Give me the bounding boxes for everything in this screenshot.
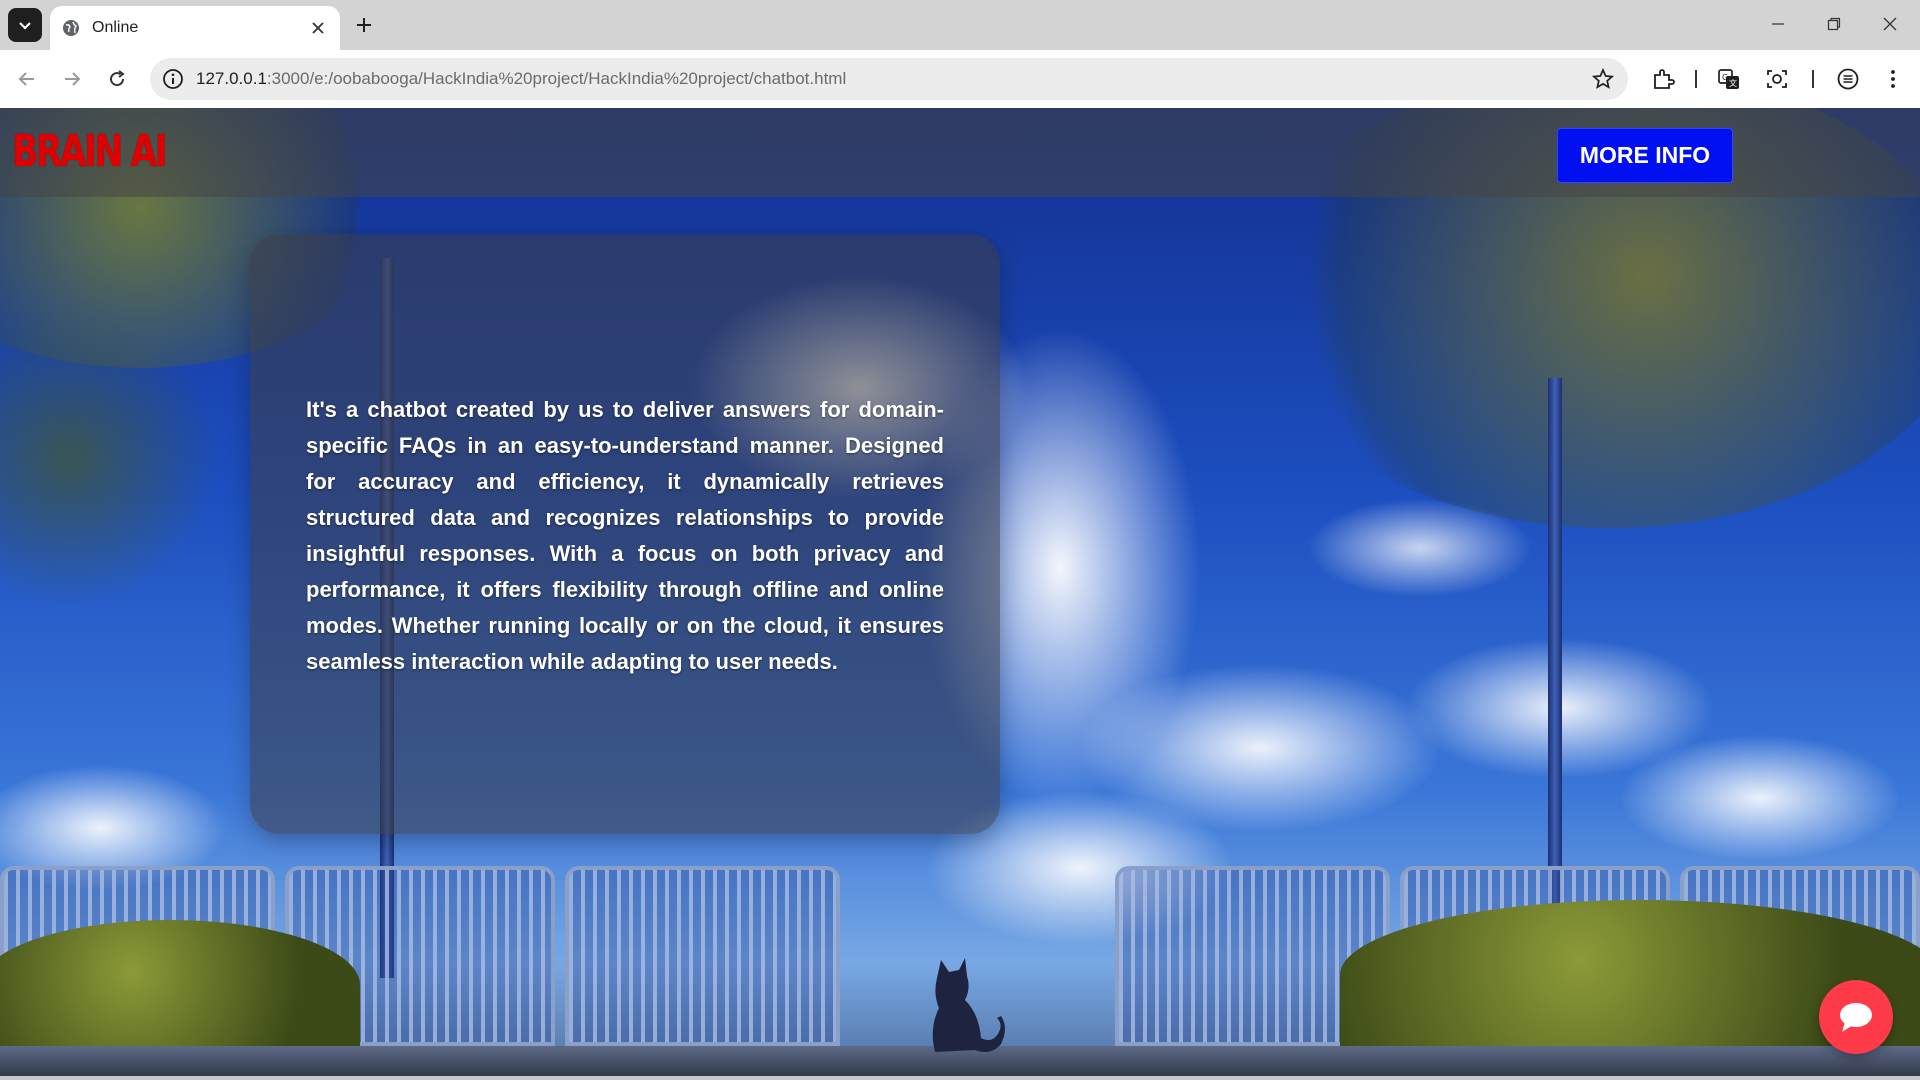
- url-host: 127.0.0.1: [196, 69, 267, 88]
- page-viewport: BRAIN AI MORE INFO It's a chatbot create…: [0, 108, 1920, 1080]
- window-close-button[interactable]: [1868, 8, 1912, 40]
- url-text: 127.0.0.1:3000/e:/oobabooga/HackIndia%20…: [196, 69, 846, 89]
- chatbot-description: It's a chatbot created by us to deliver …: [306, 397, 944, 674]
- chat-launcher-button[interactable]: [1819, 980, 1893, 1054]
- chevron-down-icon: [19, 22, 31, 30]
- close-tab-icon[interactable]: [308, 18, 328, 38]
- site-header: BRAIN AI MORE INFO: [0, 108, 1920, 197]
- svg-text:G: G: [1722, 73, 1728, 82]
- restore-icon: [1827, 17, 1841, 31]
- tab-search-button[interactable]: [8, 8, 42, 42]
- chat-bubble-icon: [1840, 1003, 1872, 1032]
- translate-icon: G文: [1718, 69, 1739, 89]
- brand-logo[interactable]: BRAIN AI: [12, 126, 168, 177]
- forward-button[interactable]: [55, 62, 89, 96]
- address-bar[interactable]: 127.0.0.1:3000/e:/oobabooga/HackIndia%20…: [150, 58, 1628, 100]
- reload-icon: [110, 70, 125, 87]
- screenshot-icon: [1767, 70, 1787, 88]
- info-card: It's a chatbot created by us to deliver …: [250, 234, 1000, 834]
- browser-menu-button[interactable]: [1880, 66, 1906, 92]
- forward-icon: [65, 72, 81, 86]
- bush-left: [0, 920, 360, 1050]
- cat-silhouette: [932, 958, 1005, 1052]
- window-close-icon: [1883, 17, 1897, 31]
- minimize-icon: [1772, 23, 1784, 25]
- extensions-icon: [1654, 69, 1675, 89]
- globe-icon: [63, 20, 79, 36]
- restore-button[interactable]: [1812, 8, 1856, 40]
- browser-toolbar: 127.0.0.1:3000/e:/oobabooga/HackIndia%20…: [0, 50, 1920, 108]
- screenshot-button[interactable]: [1764, 66, 1790, 92]
- back-icon: [18, 72, 34, 86]
- kebab-menu-icon: [1891, 70, 1895, 88]
- extensions-button[interactable]: [1650, 66, 1676, 92]
- star-icon[interactable]: [1592, 68, 1614, 90]
- active-tab[interactable]: Online: [50, 6, 340, 50]
- toolbar-divider: [1695, 70, 1697, 88]
- site-info-icon[interactable]: [162, 68, 184, 90]
- plus-icon: [357, 18, 371, 32]
- svg-text:文: 文: [1729, 78, 1737, 88]
- new-tab-button[interactable]: [348, 9, 380, 41]
- fence-segment: [565, 866, 840, 1046]
- browser-tab-bar: Online: [0, 0, 1920, 50]
- toolbar-divider: [1812, 70, 1814, 88]
- reload-button[interactable]: [100, 62, 134, 96]
- more-info-button[interactable]: MORE INFO: [1557, 128, 1733, 183]
- back-button[interactable]: [10, 62, 44, 96]
- reading-list-button[interactable]: [1835, 66, 1861, 92]
- translate-button[interactable]: G文: [1716, 66, 1742, 92]
- tab-title: Online: [92, 19, 139, 36]
- menu-list-icon: [1837, 68, 1859, 90]
- minimize-button[interactable]: [1756, 8, 1800, 40]
- page-bottom-edge: [0, 1076, 1920, 1080]
- url-path: :3000/e:/oobabooga/HackIndia%20project/H…: [266, 69, 847, 88]
